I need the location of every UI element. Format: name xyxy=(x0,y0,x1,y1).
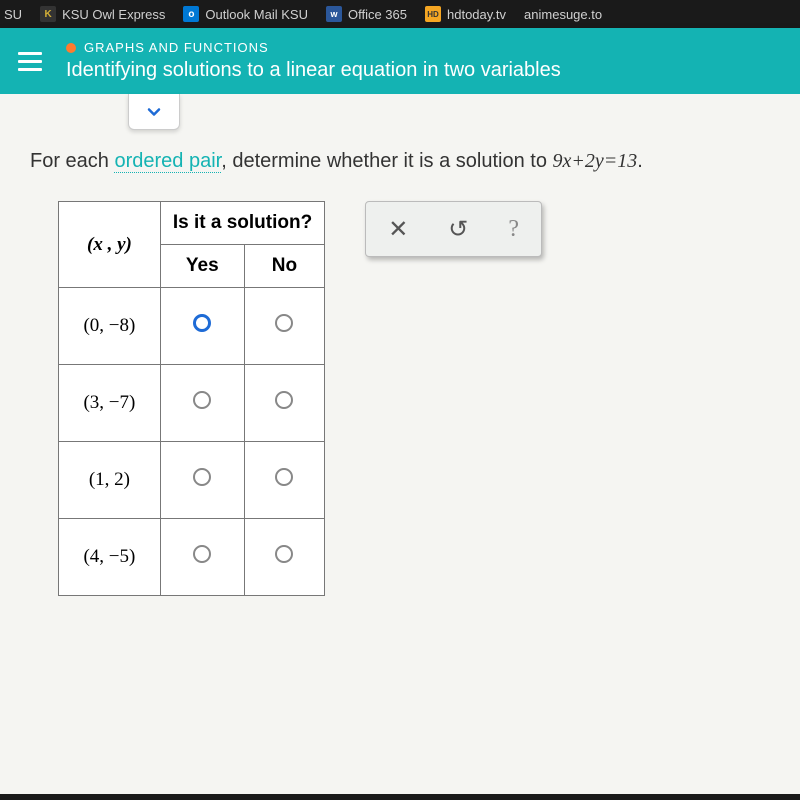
section-dot-icon xyxy=(66,43,76,53)
hd-favicon: HD xyxy=(425,6,441,22)
help-button[interactable]: ? xyxy=(508,216,519,243)
solution-table: (x , y) Is it a solution? Yes No (0, −8)… xyxy=(58,201,325,596)
pair-cell: (0, −8) xyxy=(59,288,161,365)
question-middle: , determine whether it is a solution to xyxy=(221,150,552,172)
menu-icon[interactable] xyxy=(18,52,42,71)
header-solution: Is it a solution? xyxy=(160,202,324,245)
radio-yes-0[interactable] xyxy=(193,316,211,337)
bookmark-hdtoday[interactable]: HD hdtoday.tv xyxy=(425,6,506,22)
table-row: (0, −8) xyxy=(59,288,325,365)
radio-no-0[interactable] xyxy=(275,316,293,337)
outlook-favicon: o xyxy=(183,6,199,22)
bookmarks-bar: SU K KSU Owl Express o Outlook Mail KSU … xyxy=(0,0,800,28)
equation: 9x+2y=13 xyxy=(553,150,638,172)
radio-yes-3[interactable] xyxy=(193,547,211,568)
header-yes: Yes xyxy=(160,245,244,288)
pair-cell: (4, −5) xyxy=(59,519,161,596)
radio-yes-1[interactable] xyxy=(193,393,211,414)
bookmark-label: SU xyxy=(4,7,22,22)
question-area: For each ordered pair, determine whether… xyxy=(0,94,800,616)
question-suffix: . xyxy=(637,150,643,172)
question-prefix: For each xyxy=(30,150,114,172)
lesson-header: GRAPHS AND FUNCTIONS Identifying solutio… xyxy=(0,28,800,94)
bookmark-label: animesuge.to xyxy=(524,7,602,22)
bookmark-su[interactable]: SU xyxy=(4,7,22,22)
pair-cell: (1, 2) xyxy=(59,442,161,519)
radio-no-2[interactable] xyxy=(275,470,293,491)
section-name: GRAPHS AND FUNCTIONS xyxy=(84,40,269,55)
pair-cell: (3, −7) xyxy=(59,365,161,442)
bookmark-label: hdtoday.tv xyxy=(447,7,506,22)
header-text: GRAPHS AND FUNCTIONS Identifying solutio… xyxy=(66,40,561,82)
tool-panel: ✕ ↺ ? xyxy=(365,201,542,257)
expand-tab[interactable] xyxy=(128,94,180,130)
bookmark-ksu-owl[interactable]: K KSU Owl Express xyxy=(40,6,165,22)
table-row: (4, −5) xyxy=(59,519,325,596)
lesson-title: Identifying solutions to a linear equati… xyxy=(66,59,561,82)
radio-yes-2[interactable] xyxy=(193,470,211,491)
bookmark-label: Office 365 xyxy=(348,7,407,22)
bookmark-office365[interactable]: w Office 365 xyxy=(326,6,407,22)
chevron-down-icon xyxy=(144,102,164,122)
table-row: (1, 2) xyxy=(59,442,325,519)
bookmark-outlook[interactable]: o Outlook Mail KSU xyxy=(183,6,308,22)
bookmark-animesuge[interactable]: animesuge.to xyxy=(524,7,602,22)
bookmark-label: Outlook Mail KSU xyxy=(205,7,308,22)
close-button[interactable]: ✕ xyxy=(388,215,408,244)
reset-button[interactable]: ↺ xyxy=(448,215,468,244)
table-row: (3, −7) xyxy=(59,365,325,442)
header-xy: (x , y) xyxy=(59,202,161,288)
radio-no-3[interactable] xyxy=(275,547,293,568)
bookmark-label: KSU Owl Express xyxy=(62,7,165,22)
section-label: GRAPHS AND FUNCTIONS xyxy=(66,40,561,55)
header-no: No xyxy=(244,245,325,288)
radio-no-1[interactable] xyxy=(275,393,293,414)
question-text: For each ordered pair, determine whether… xyxy=(30,150,770,173)
ordered-pair-link[interactable]: ordered pair xyxy=(114,150,221,173)
content-panel: For each ordered pair, determine whether… xyxy=(0,94,800,794)
ksu-favicon: K xyxy=(40,6,56,22)
office-favicon: w xyxy=(326,6,342,22)
